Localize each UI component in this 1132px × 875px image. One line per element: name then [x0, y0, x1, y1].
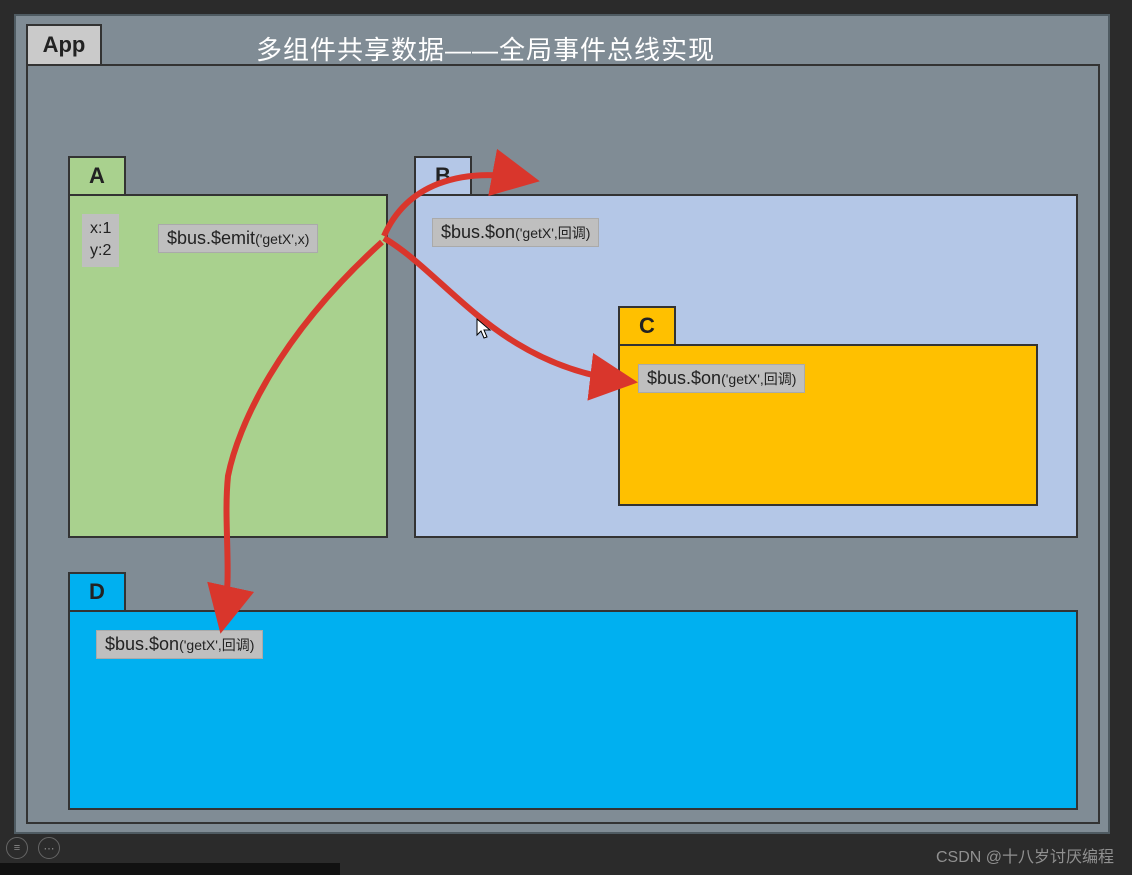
component-b-code: $bus.$on('getX',回调) — [432, 218, 599, 247]
component-d-label: D — [89, 579, 105, 605]
code-args: ('getX',x) — [255, 231, 309, 247]
code-method: $bus.$on — [441, 222, 515, 242]
component-d-tab: D — [68, 572, 126, 612]
code-method: $bus.$on — [647, 368, 721, 388]
component-a-tab: A — [68, 156, 126, 196]
component-c-tab: C — [618, 306, 676, 346]
diagram-canvas: App 多组件共享数据——全局事件总线实现 A x:1 y:2 $bus.$em… — [14, 14, 1110, 834]
mini-icons: ≡ ⋯ — [6, 837, 60, 859]
component-d-code: $bus.$on('getX',回调) — [96, 630, 263, 659]
component-a-label: A — [89, 163, 105, 189]
app-tab-label: App — [43, 32, 86, 58]
component-c-code: $bus.$on('getX',回调) — [638, 364, 805, 393]
app-tab: App — [26, 24, 102, 66]
component-b-tab: B — [414, 156, 472, 196]
diagram-title: 多组件共享数据——全局事件总线实现 — [256, 30, 715, 67]
code-args: ('getX',回调) — [515, 225, 590, 241]
code-args: ('getX',回调) — [179, 637, 254, 653]
component-a-code: $bus.$emit('getX',x) — [158, 224, 318, 253]
code-method: $bus.$on — [105, 634, 179, 654]
app-body: A x:1 y:2 $bus.$emit('getX',x) B $bus.$o… — [26, 64, 1100, 824]
nav-circle-icon[interactable]: ≡ — [6, 837, 28, 859]
watermark-text: CSDN @十八岁讨厌编程 — [936, 843, 1114, 867]
more-circle-icon[interactable]: ⋯ — [38, 837, 60, 859]
code-method: $bus.$emit — [167, 228, 255, 248]
component-a-vars: x:1 y:2 — [82, 214, 119, 267]
code-args: ('getX',回调) — [721, 371, 796, 387]
component-c-label: C — [639, 313, 655, 339]
component-b-label: B — [435, 163, 451, 189]
bottom-shadow — [0, 863, 340, 875]
